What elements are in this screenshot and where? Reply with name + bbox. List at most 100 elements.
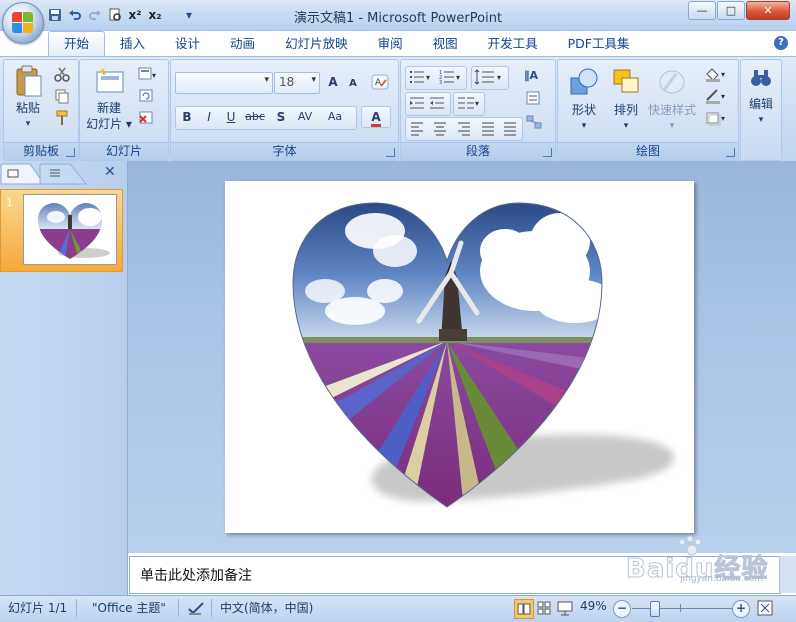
language-indicator[interactable]: 中文(简体，中国)	[220, 599, 313, 616]
shape-fill-icon[interactable]: ▾	[704, 66, 728, 82]
clear-formatting-icon[interactable]: A	[371, 74, 389, 90]
svg-text:A: A	[375, 78, 382, 88]
indent-buttons[interactable]	[405, 92, 451, 116]
shapes-label: 形状	[571, 103, 596, 117]
tab-view[interactable]: 视图	[418, 32, 473, 56]
svg-text:▾: ▾	[426, 73, 430, 82]
char-spacing-button[interactable]: AV	[295, 107, 315, 127]
tab-animations[interactable]: 动画	[215, 32, 270, 56]
editing-label: 编辑	[748, 97, 773, 111]
smartart-icon[interactable]	[525, 114, 542, 130]
new-slide-icon	[93, 64, 125, 96]
zoom-slider-thumb[interactable]	[649, 601, 660, 617]
customize-qat-icon[interactable]: ▾	[180, 6, 198, 24]
paragraph-group-label: 段落	[401, 142, 555, 160]
font-size-combo[interactable]: 18 ▾	[274, 72, 320, 94]
quick-styles-icon	[656, 66, 688, 98]
fit-to-window-icon[interactable]	[756, 599, 774, 617]
tab-design[interactable]: 设计	[160, 32, 215, 56]
zoom-in-button[interactable]: +	[732, 600, 750, 618]
save-icon[interactable]	[46, 6, 64, 24]
arrange-button[interactable]: 排列 ▾	[606, 66, 646, 134]
clipboard-group: 粘贴 ▾ 剪贴板	[3, 59, 79, 161]
layout-icon[interactable]: ▾	[138, 66, 156, 82]
slideshow-icon[interactable]	[556, 599, 574, 617]
help-icon[interactable]: ?	[774, 36, 788, 50]
tab-developer[interactable]: 开发工具	[473, 32, 553, 56]
zoom-level[interactable]: 49%	[580, 599, 607, 613]
paragraph-launcher-icon[interactable]	[543, 148, 552, 157]
arrange-label: 排列	[613, 103, 638, 117]
copy-icon[interactable]	[54, 88, 70, 104]
undo-icon[interactable]	[66, 6, 84, 24]
grow-font-button[interactable]: A	[323, 72, 343, 92]
quick-styles-label: 快速样式	[647, 103, 696, 117]
close-button[interactable]: ✕	[746, 1, 790, 20]
redo-icon[interactable]	[86, 6, 104, 24]
quick-access-toolbar: x² x₂ ▾	[46, 5, 198, 25]
tab-pdf-tools[interactable]: PDF工具集	[553, 32, 645, 56]
line-spacing-combo[interactable]: ▾	[471, 66, 509, 90]
tab-slideshow[interactable]: 幻灯片放映	[270, 32, 363, 56]
underline-button[interactable]: U	[221, 107, 241, 127]
svg-text:▾: ▾	[456, 73, 460, 82]
close-pane-icon[interactable]: ✕	[104, 164, 120, 182]
bold-button[interactable]: B	[177, 107, 197, 127]
minimize-button[interactable]: —	[688, 1, 716, 20]
shape-outline-icon[interactable]: ▾	[704, 88, 728, 104]
editing-button[interactable]: 编辑 ▾	[743, 64, 779, 128]
slide-canvas[interactable]	[225, 181, 694, 533]
quick-styles-button[interactable]: 快速样式 ▾	[646, 66, 698, 134]
theme-name[interactable]: "Office 主题"	[92, 599, 166, 616]
print-preview-icon[interactable]	[106, 6, 124, 24]
cut-icon[interactable]	[54, 66, 70, 82]
drawing-group-label: 绘图	[558, 142, 738, 160]
shapes-icon	[568, 66, 600, 98]
superscript-icon[interactable]: x²	[126, 6, 144, 24]
slide-sorter-icon[interactable]	[535, 599, 553, 617]
font-color-button[interactable]: A	[361, 106, 391, 128]
svg-text:▾: ▾	[721, 92, 725, 101]
change-case-button[interactable]: Aa	[325, 107, 345, 127]
window-controls: — □ ✕	[688, 1, 790, 20]
tab-insert[interactable]: 插入	[105, 32, 160, 56]
italic-button[interactable]: I	[199, 107, 219, 127]
notes-placeholder: 单击此处添加备注	[140, 568, 252, 584]
font-name-combo[interactable]: ▾	[175, 72, 273, 94]
font-group-label: 字体	[171, 142, 398, 160]
subscript-icon[interactable]: x₂	[146, 6, 164, 24]
strikethrough-button[interactable]: abc	[245, 107, 265, 127]
spell-check-icon[interactable]	[187, 599, 205, 617]
shapes-button[interactable]: 形状 ▾	[564, 66, 604, 134]
slides-group-label: 幻灯片	[80, 142, 168, 160]
office-button[interactable]	[2, 2, 44, 44]
delete-slide-icon[interactable]	[138, 110, 154, 126]
maximize-button[interactable]: □	[717, 1, 745, 20]
text-direction-icon[interactable]: ∥A	[523, 66, 539, 82]
zoom-out-button[interactable]: −	[613, 600, 631, 618]
drawing-launcher-icon[interactable]	[726, 148, 735, 157]
new-slide-label-line1: 新建	[96, 101, 121, 115]
normal-view-icon[interactable]	[514, 599, 534, 619]
align-text-icon[interactable]	[525, 90, 541, 106]
slide-number: 1	[6, 196, 13, 209]
font-launcher-icon[interactable]	[386, 148, 395, 157]
shadow-button[interactable]: S	[271, 107, 291, 127]
new-slide-button[interactable]: 新建 幻灯片 ▾	[84, 64, 134, 132]
office-logo-icon	[12, 12, 34, 34]
shape-effects-icon[interactable]: ▾	[704, 110, 728, 126]
paste-button[interactable]: 粘贴 ▾	[8, 64, 48, 132]
outline-tab[interactable]	[48, 168, 62, 180]
tab-review[interactable]: 审阅	[363, 32, 418, 56]
columns-button[interactable]: ▾	[453, 92, 485, 116]
format-painter-icon[interactable]	[54, 110, 70, 126]
slides-tab[interactable]	[8, 168, 20, 180]
bullets-combo[interactable]: ▾ 1 2 3 ▾	[405, 66, 467, 90]
heart-picture[interactable]	[225, 181, 694, 533]
tab-home[interactable]: 开始	[48, 31, 106, 56]
clipboard-launcher-icon[interactable]	[66, 148, 75, 157]
shrink-font-button[interactable]: A	[343, 74, 363, 94]
reset-slide-icon[interactable]	[138, 88, 154, 104]
zoom-slider-track[interactable]	[632, 608, 732, 609]
svg-text:▾: ▾	[475, 99, 479, 108]
